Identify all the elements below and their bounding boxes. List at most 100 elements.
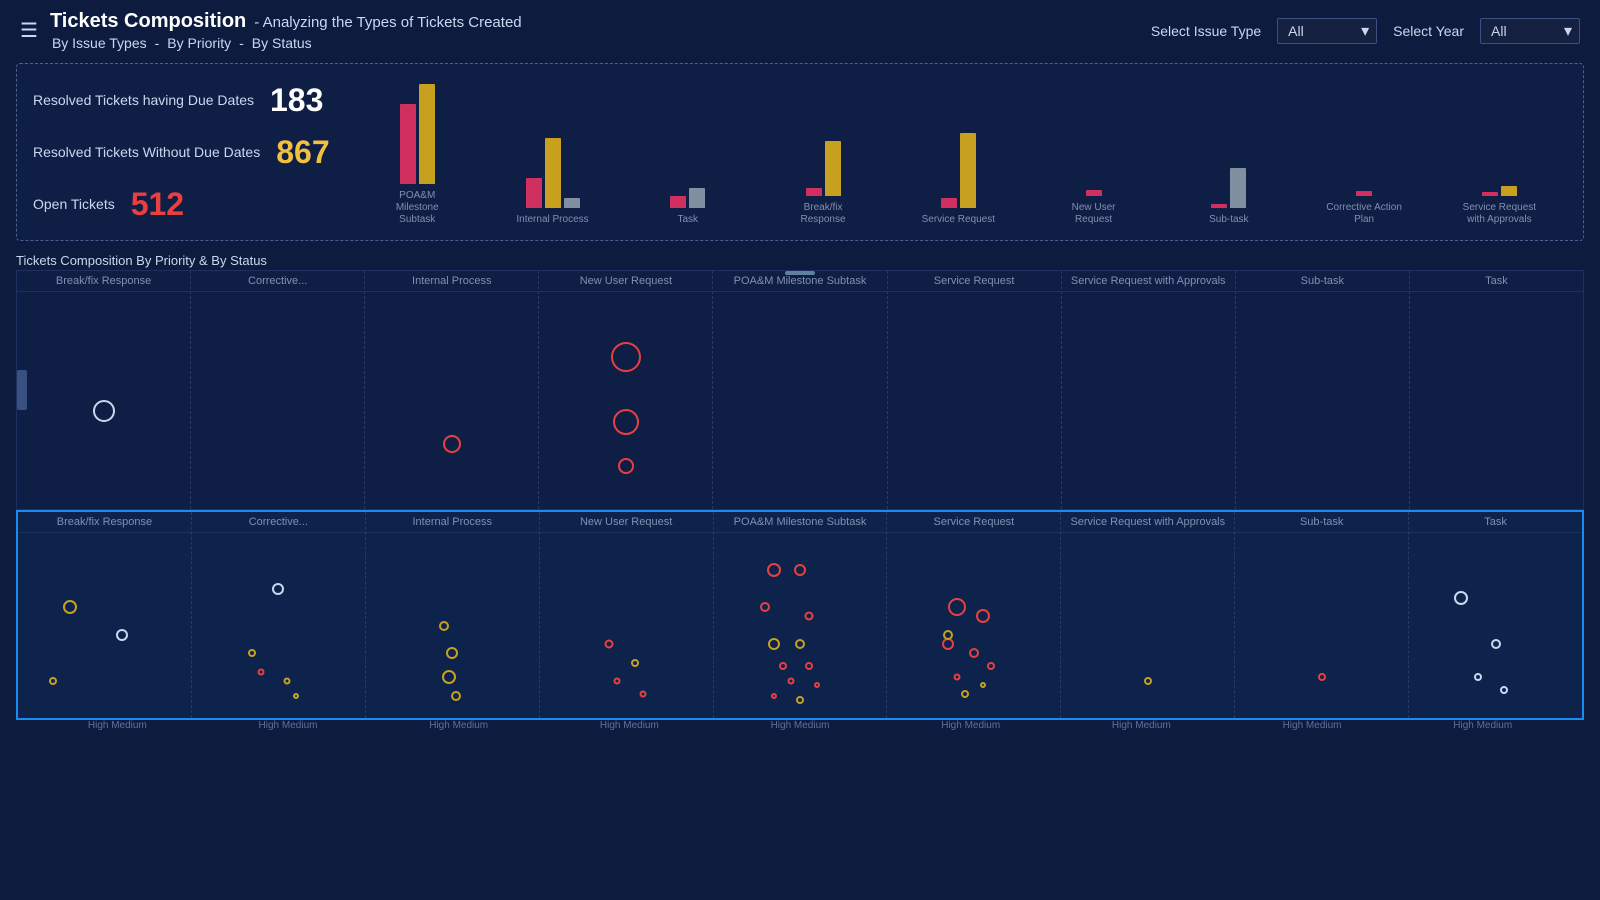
kpi-stats: Resolved Tickets having Due Dates 183 Re… — [33, 74, 350, 230]
year-select-wrapper[interactable]: All 2021 2022 2023 — [1480, 18, 1580, 44]
bubble-col-body-5 — [887, 533, 1060, 718]
kpi-value-0: 183 — [270, 82, 323, 119]
scroll-handle[interactable] — [17, 370, 27, 410]
bar-group-3: Break/fix Response — [755, 86, 890, 226]
bottom-section: Tickets Composition By Priority & By Sta… — [16, 249, 1584, 731]
bar-chart-area: POA&M Milestone SubtaskInternal ProcessT… — [350, 74, 1567, 230]
bubble-col-header-8: Task — [1409, 512, 1582, 533]
bubble-2 — [49, 677, 57, 685]
bubble-7 — [293, 693, 299, 699]
bubble-21 — [795, 639, 805, 649]
bar-group-6: Sub-task — [1161, 98, 1296, 226]
bubble-18 — [760, 602, 770, 612]
bubble-39 — [1454, 591, 1468, 605]
issue-type-select[interactable]: All Bug Feature Task — [1277, 18, 1377, 44]
bubble-col-5: Service Request — [888, 271, 1062, 509]
subnav-item-issue-types[interactable]: By Issue Types — [52, 35, 147, 51]
bubble-col-3: New User Request — [540, 512, 714, 718]
scroll-indicator — [785, 271, 815, 275]
bubble-col-header-5: Service Request — [888, 271, 1061, 292]
bars-3 — [806, 86, 841, 196]
subnav-item-priority[interactable]: By Priority — [167, 35, 231, 51]
bubble-col-body-6 — [1061, 533, 1234, 718]
kpi-value-1: 867 — [276, 134, 329, 171]
bar-red-5 — [1086, 190, 1102, 196]
bar-group-2: Task — [620, 98, 755, 226]
bubble-4 — [248, 649, 256, 657]
bubble-22 — [779, 662, 787, 670]
subnav-item-status[interactable]: By Status — [252, 35, 312, 51]
bubble-col-body-4 — [714, 533, 887, 718]
kpi-row-1: Resolved Tickets Without Due Dates 867 — [33, 134, 330, 171]
bubble-col-0: Break/fix Response — [18, 512, 192, 718]
bubble-25 — [814, 682, 820, 688]
bubble-col-4: POA&M Milestone Subtask — [713, 271, 887, 509]
bar-yellow-0 — [419, 84, 435, 184]
kpi-row-0: Resolved Tickets having Due Dates 183 — [33, 82, 330, 119]
bubble-38 — [1318, 673, 1326, 681]
header: ☰ Tickets Composition - Analyzing the Ty… — [0, 0, 1600, 55]
issue-type-select-wrapper[interactable]: All Bug Feature Task — [1277, 18, 1377, 44]
bubble-col-body-2 — [366, 533, 539, 718]
bubble-col-body-3 — [540, 533, 713, 718]
bar-gray-6 — [1230, 168, 1246, 208]
bubble-chart-bottom[interactable]: Break/fix ResponseCorrective...Internal … — [16, 510, 1584, 720]
bubble-5 — [258, 668, 265, 675]
sub-nav: By Issue Types - By Priority - By Status — [50, 35, 1139, 51]
bubble-col-body-1 — [191, 292, 364, 509]
bubble-col-8: Task — [1409, 512, 1582, 718]
bar-yellow-3 — [825, 141, 841, 196]
bubble-1 — [116, 629, 128, 641]
axis-label-5: High Medium — [885, 720, 1056, 731]
bar-red-4 — [941, 198, 957, 208]
bubble-col-1: Corrective... — [192, 512, 366, 718]
bars-7 — [1356, 86, 1372, 196]
kpi-label-0: Resolved Tickets having Due Dates — [33, 92, 254, 108]
bubble-24 — [788, 678, 795, 685]
bar-label-0: POA&M Milestone Subtask — [377, 190, 457, 226]
bubble-20 — [768, 638, 780, 650]
bar-group-4: Service Request — [891, 98, 1026, 226]
bubble-col-body-4 — [713, 292, 886, 509]
bubble-0 — [63, 600, 77, 614]
bars-2 — [670, 98, 705, 208]
bubble-col-header-6: Service Request with Approvals — [1062, 271, 1235, 292]
bar-group-7: Corrective Action Plan — [1296, 86, 1431, 226]
bar-yellow-8 — [1501, 186, 1517, 196]
bubble-14 — [614, 678, 621, 685]
bar-group-5: New User Request — [1026, 86, 1161, 226]
bubble-29 — [976, 609, 990, 623]
bubble-32 — [987, 662, 995, 670]
bubble-col-header-5: Service Request — [887, 512, 1060, 533]
year-select[interactable]: All 2021 2022 2023 — [1480, 18, 1580, 44]
bubble-35 — [961, 690, 969, 698]
bubble-col-body-2 — [365, 292, 538, 509]
bars-6 — [1211, 98, 1246, 208]
bubble-19 — [804, 612, 813, 621]
bubble-col-8: Task — [1410, 271, 1583, 509]
bars-8 — [1482, 86, 1517, 196]
bubble-col-2: Internal Process — [366, 512, 540, 718]
bar-red-1 — [526, 178, 542, 208]
bubble-23 — [805, 662, 813, 670]
bar-label-6: Sub-task — [1209, 214, 1248, 226]
bubble-col-5: Service Request — [887, 512, 1061, 718]
bubble-41 — [1474, 673, 1482, 681]
filters: Select Issue Type All Bug Feature Task S… — [1151, 18, 1580, 44]
page-subtitle: - Analyzing the Types of Tickets Created — [254, 14, 521, 31]
bubble-col-body-8 — [1409, 533, 1582, 718]
bubble-col-body-7 — [1235, 533, 1408, 718]
axis-label-2: High Medium — [373, 720, 544, 731]
bubble-15 — [640, 690, 647, 697]
bubble-37 — [1144, 677, 1152, 685]
axis-label-4: High Medium — [715, 720, 886, 731]
bubble-8 — [439, 621, 449, 631]
title-block: Tickets Composition - Analyzing the Type… — [50, 10, 1139, 51]
bubble-30 — [942, 638, 954, 650]
page-title: Tickets Composition — [50, 10, 246, 33]
bars-0 — [400, 74, 435, 184]
hamburger-icon[interactable]: ☰ — [20, 18, 38, 43]
bubble-col-body-7 — [1236, 292, 1409, 509]
bubble-col-header-3: New User Request — [539, 271, 712, 292]
bubble-3 — [443, 435, 461, 453]
